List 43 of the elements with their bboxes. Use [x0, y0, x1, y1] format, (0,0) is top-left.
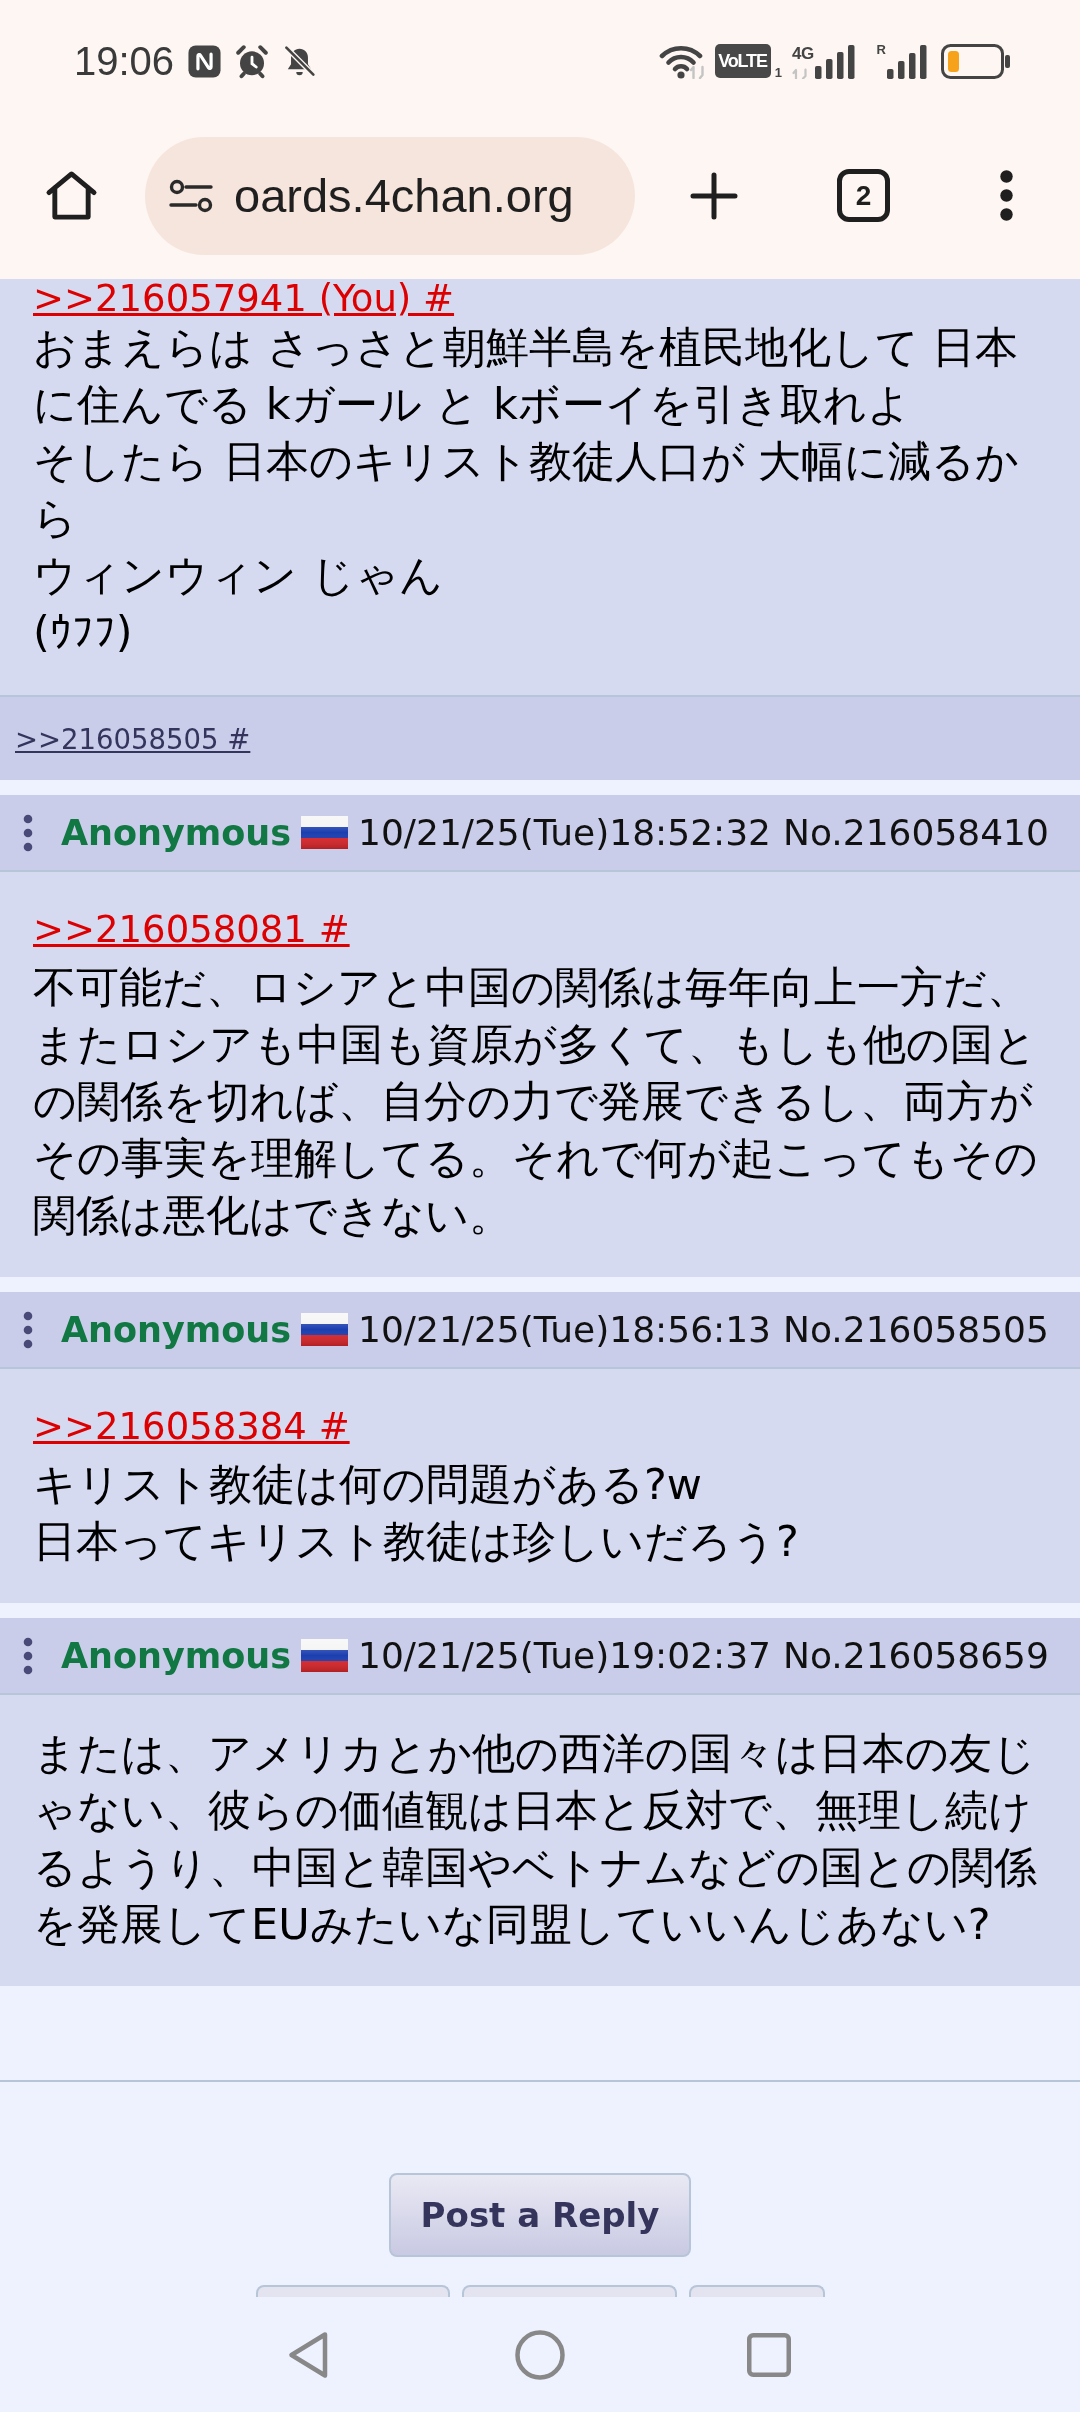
- tab-switcher-button[interactable]: 2: [837, 169, 890, 222]
- poster-name: Anonymous: [61, 812, 292, 853]
- post-text: (ｳﾌﾌ): [33, 606, 133, 659]
- data-arrows-icon: [791, 68, 807, 79]
- post-date: 10/21/25(Tue)18:56:13: [358, 1309, 771, 1350]
- post-reply-button[interactable]: Post a Reply: [389, 2173, 691, 2257]
- recent-apps-icon[interactable]: [747, 2333, 791, 2377]
- signal-icon: [814, 45, 855, 79]
- post-text: 不可能だ、ロシアと中国の関係は毎年向上一方だ、またロシアも中国も資原が多くて、もしも他の国との関係を切れば、自分の力で発展できるし、両方がその事実を理解してる。それで何が起こってもその関係は悪化はできない。: [33, 961, 1039, 1242]
- post-text: そしたら 日本のキリスト教徒人口が 大幅に減るから: [33, 435, 1021, 545]
- quote-link[interactable]: >>216058081 #: [33, 909, 350, 952]
- network-type: 4G: [791, 45, 814, 62]
- status-time: 19:06: [74, 38, 175, 84]
- bell-off-icon: [282, 43, 318, 79]
- poster-name: Anonymous: [61, 1635, 292, 1676]
- backlink[interactable]: >>216058505 #: [15, 722, 251, 755]
- home-icon[interactable]: [45, 170, 98, 221]
- nfc-icon: [187, 43, 223, 79]
- post-number-link[interactable]: No.216058505: [783, 1309, 1049, 1350]
- more-icon[interactable]: [1000, 170, 1013, 221]
- post-text: または、アメリカとか他の西洋の国々は日本の友じゃない、彼らの価値観は日本と反対で、無理し続けるようり、中国と韓国やベトナムなどの国との関係を発展してEUみたいな同盟していいんじあない?: [33, 1727, 1038, 1951]
- quote-link[interactable]: >>216057941 (You) #: [33, 277, 455, 321]
- back-icon[interactable]: [288, 2331, 329, 2379]
- post-text: 日本ってキリスト教徒は珍しいだろう?: [33, 1515, 799, 1568]
- alarm-icon: [234, 43, 271, 79]
- battery-icon: [941, 43, 1010, 79]
- post-text: キリスト教徒は何の問題がある?w: [33, 1458, 702, 1511]
- sim-number: 1: [774, 66, 782, 79]
- tune-icon: [169, 178, 213, 213]
- post-number-link[interactable]: No.216058410: [783, 812, 1049, 853]
- plus-icon[interactable]: [690, 171, 738, 220]
- roaming-mark: R: [876, 43, 886, 56]
- wifi-icon: [659, 45, 706, 79]
- volte-indicator: VoLTE: [715, 44, 771, 78]
- post-number-link[interactable]: No.216058659: [783, 1635, 1049, 1676]
- post-text: おまえらは さっさと朝鮮半島を植民地化して 日本に住んでる kガール と kボーイを引き取れよ: [33, 321, 1020, 431]
- signal-icon: [887, 45, 927, 79]
- post-date: 10/21/25(Tue)18:52:32: [358, 812, 771, 853]
- quote-link[interactable]: >>216058384 #: [33, 1406, 350, 1449]
- post-text: ウィンウィン じゃん: [33, 549, 443, 602]
- post-date: 10/21/25(Tue)19:02:37: [358, 1635, 771, 1676]
- address-bar[interactable]: oards.4chan.org: [145, 136, 635, 255]
- poster-name: Anonymous: [61, 1309, 292, 1350]
